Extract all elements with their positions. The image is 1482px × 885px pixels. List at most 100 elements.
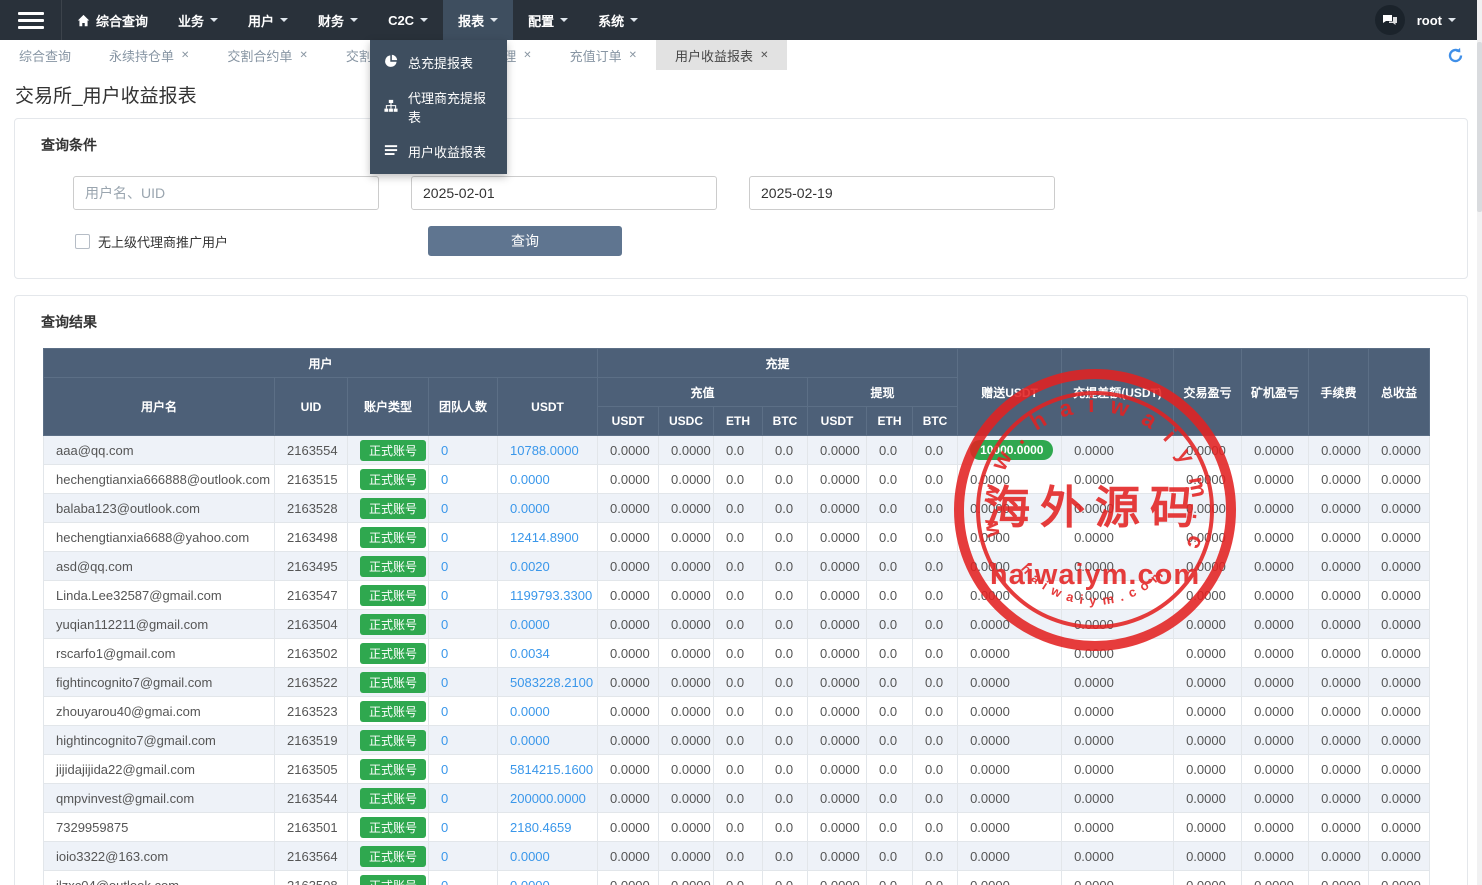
cell-usdt-link[interactable]: 0.0000 bbox=[510, 501, 550, 516]
account-type-badge: 正式账号 bbox=[360, 469, 426, 490]
nav-item-system[interactable]: 系统 bbox=[583, 0, 653, 40]
cell-dep-usdc: 0.0000 bbox=[659, 755, 714, 784]
cell-team-count-link[interactable]: 0 bbox=[441, 646, 448, 661]
nav-item-finance[interactable]: 财务 bbox=[303, 0, 373, 40]
cell-dep-eth: 0.0 bbox=[714, 668, 763, 697]
date-from-input[interactable] bbox=[411, 176, 717, 210]
cell-dep-btc: 0.0 bbox=[763, 436, 808, 465]
cell-team-count-link[interactable]: 0 bbox=[441, 849, 448, 864]
tab-user-income-report[interactable]: 用户收益报表✕ bbox=[656, 40, 787, 70]
cell-usdt-link[interactable]: 0.0000 bbox=[510, 617, 550, 632]
cell-usdt-link[interactable]: 0.0020 bbox=[510, 559, 550, 574]
cell-usdt-link[interactable]: 2180.4659 bbox=[510, 820, 571, 835]
nav-item-users[interactable]: 用户 bbox=[233, 0, 303, 40]
keyword-input[interactable] bbox=[73, 176, 379, 210]
cell-total-income: 0.0000 bbox=[1369, 697, 1430, 726]
nav-item-c2c[interactable]: C2C bbox=[373, 0, 443, 40]
dropdown-item-user-income-report[interactable]: 用户收益报表 bbox=[370, 134, 507, 169]
cell-usdt-link[interactable]: 0.0034 bbox=[510, 646, 550, 661]
scrollbar[interactable] bbox=[1477, 0, 1482, 885]
cell-team-count-link[interactable]: 0 bbox=[441, 675, 448, 690]
cell-team-count-link[interactable]: 0 bbox=[441, 472, 448, 487]
tab-close-icon[interactable]: ✕ bbox=[629, 50, 637, 61]
cell-team-count-link[interactable]: 0 bbox=[441, 820, 448, 835]
username-label: root bbox=[1417, 13, 1442, 28]
cell-dep-usdc: 0.0000 bbox=[659, 523, 714, 552]
cell-usdt-link[interactable]: 0.0000 bbox=[510, 878, 550, 885]
cell-usdt-link[interactable]: 12414.8900 bbox=[510, 530, 579, 545]
cell-username: ioio3322@163.com bbox=[44, 842, 275, 871]
cell-team-count-link[interactable]: 0 bbox=[441, 762, 448, 777]
date-to-input[interactable] bbox=[749, 176, 1055, 210]
cell-diff: 0.0000 bbox=[1062, 581, 1174, 610]
cell-usdt-link[interactable]: 1199793.3300 bbox=[510, 588, 592, 603]
cell-team-count: 0 bbox=[429, 697, 498, 726]
cell-uid: 2163495 bbox=[275, 552, 348, 581]
cell-usdt-link[interactable]: 0.0000 bbox=[510, 849, 550, 864]
cell-team-count-link[interactable]: 0 bbox=[441, 733, 448, 748]
cell-diff: 0.0000 bbox=[1062, 697, 1174, 726]
nav-item-reports[interactable]: 报表 bbox=[443, 0, 513, 40]
dropdown-item-label: 用户收益报表 bbox=[408, 142, 486, 161]
cell-trade-pnl: 0.0000 bbox=[1174, 610, 1242, 639]
cell-username: jijidajijida22@gmail.com bbox=[44, 755, 275, 784]
messages-button[interactable] bbox=[1375, 5, 1405, 35]
cell-username: jlzxc04@outlook.com bbox=[44, 871, 275, 885]
tab-close-icon[interactable]: ✕ bbox=[181, 50, 189, 61]
dropdown-item-total-deposit-withdraw-report[interactable]: 总充提报表 bbox=[370, 45, 507, 80]
cell-miner-pnl: 0.0000 bbox=[1242, 639, 1309, 668]
cell-team-count-link[interactable]: 0 bbox=[441, 617, 448, 632]
tab-perpetual-positions[interactable]: 永续持仓单✕ bbox=[90, 40, 208, 70]
tab-overview[interactable]: 综合查询 bbox=[0, 40, 90, 70]
tab-deposit-orders[interactable]: 充值订单✕ bbox=[551, 40, 656, 70]
no-agent-checkbox-group[interactable]: 无上级代理商推广用户 bbox=[75, 232, 228, 251]
cell-usdt-link[interactable]: 0.0000 bbox=[510, 733, 550, 748]
cell-team-count-link[interactable]: 0 bbox=[441, 588, 448, 603]
cell-team-count-link[interactable]: 0 bbox=[441, 878, 448, 885]
tab-close-icon[interactable]: ✕ bbox=[299, 50, 307, 61]
refresh-button[interactable] bbox=[1447, 40, 1464, 70]
dropdown-item-agent-deposit-withdraw-report[interactable]: 代理商充提报表 bbox=[370, 80, 507, 134]
tab-close-icon[interactable]: ✕ bbox=[523, 50, 531, 61]
cell-team-count-link[interactable]: 0 bbox=[441, 559, 448, 574]
cell-usdt-link[interactable]: 0.0000 bbox=[510, 704, 550, 719]
col-wd-usdt: USDT bbox=[808, 407, 867, 436]
cell-miner-pnl: 0.0000 bbox=[1242, 668, 1309, 697]
cell-team-count-link[interactable]: 0 bbox=[441, 501, 448, 516]
cell-diff: 0.0000 bbox=[1062, 726, 1174, 755]
cell-miner-pnl: 0.0000 bbox=[1242, 465, 1309, 494]
nav-item-config[interactable]: 配置 bbox=[513, 0, 583, 40]
cell-usdt-link[interactable]: 0.0000 bbox=[510, 472, 550, 487]
cell-dep-usdc: 0.0000 bbox=[659, 436, 714, 465]
scrollbar-thumb[interactable] bbox=[1477, 42, 1482, 212]
cell-usdt-link[interactable]: 200000.0000 bbox=[510, 791, 586, 806]
cell-account-type: 正式账号 bbox=[348, 552, 429, 581]
cell-dep-btc: 0.0 bbox=[763, 842, 808, 871]
cell-team-count-link[interactable]: 0 bbox=[441, 704, 448, 719]
no-agent-checkbox[interactable] bbox=[75, 234, 90, 249]
tab-delivery-contracts[interactable]: 交割合约单✕ bbox=[208, 40, 326, 70]
search-button[interactable]: 查询 bbox=[428, 226, 622, 256]
cell-team-count-link[interactable]: 0 bbox=[441, 530, 448, 545]
cell-wd-usdt: 0.0000 bbox=[808, 697, 867, 726]
tab-close-icon[interactable]: ✕ bbox=[760, 50, 768, 61]
cell-wd-btc: 0.0 bbox=[913, 784, 958, 813]
cell-usdt-link[interactable]: 10788.0000 bbox=[510, 443, 579, 458]
cell-team-count-link[interactable]: 0 bbox=[441, 791, 448, 806]
cell-dep-btc: 0.0 bbox=[763, 610, 808, 639]
col-team-count: 团队人数 bbox=[429, 378, 498, 436]
cell-dep-usdt: 0.0000 bbox=[598, 668, 659, 697]
chevron-down-icon bbox=[210, 18, 218, 26]
cell-usdt-link[interactable]: 5814215.1600 bbox=[510, 762, 593, 777]
menu-toggle-button[interactable] bbox=[0, 0, 62, 40]
nav-item-business[interactable]: 业务 bbox=[163, 0, 233, 40]
cell-dep-eth: 0.0 bbox=[714, 581, 763, 610]
cell-fee: 0.0000 bbox=[1309, 465, 1369, 494]
cell-team-count-link[interactable]: 0 bbox=[441, 443, 448, 458]
cell-wd-eth: 0.0 bbox=[867, 581, 913, 610]
cell-usdt-link[interactable]: 5083228.2100 bbox=[510, 675, 593, 690]
user-menu[interactable]: root bbox=[1417, 13, 1456, 28]
nav-item-dashboard[interactable]: 综合查询 bbox=[62, 0, 163, 40]
cell-fee: 0.0000 bbox=[1309, 639, 1369, 668]
cell-dep-eth: 0.0 bbox=[714, 552, 763, 581]
